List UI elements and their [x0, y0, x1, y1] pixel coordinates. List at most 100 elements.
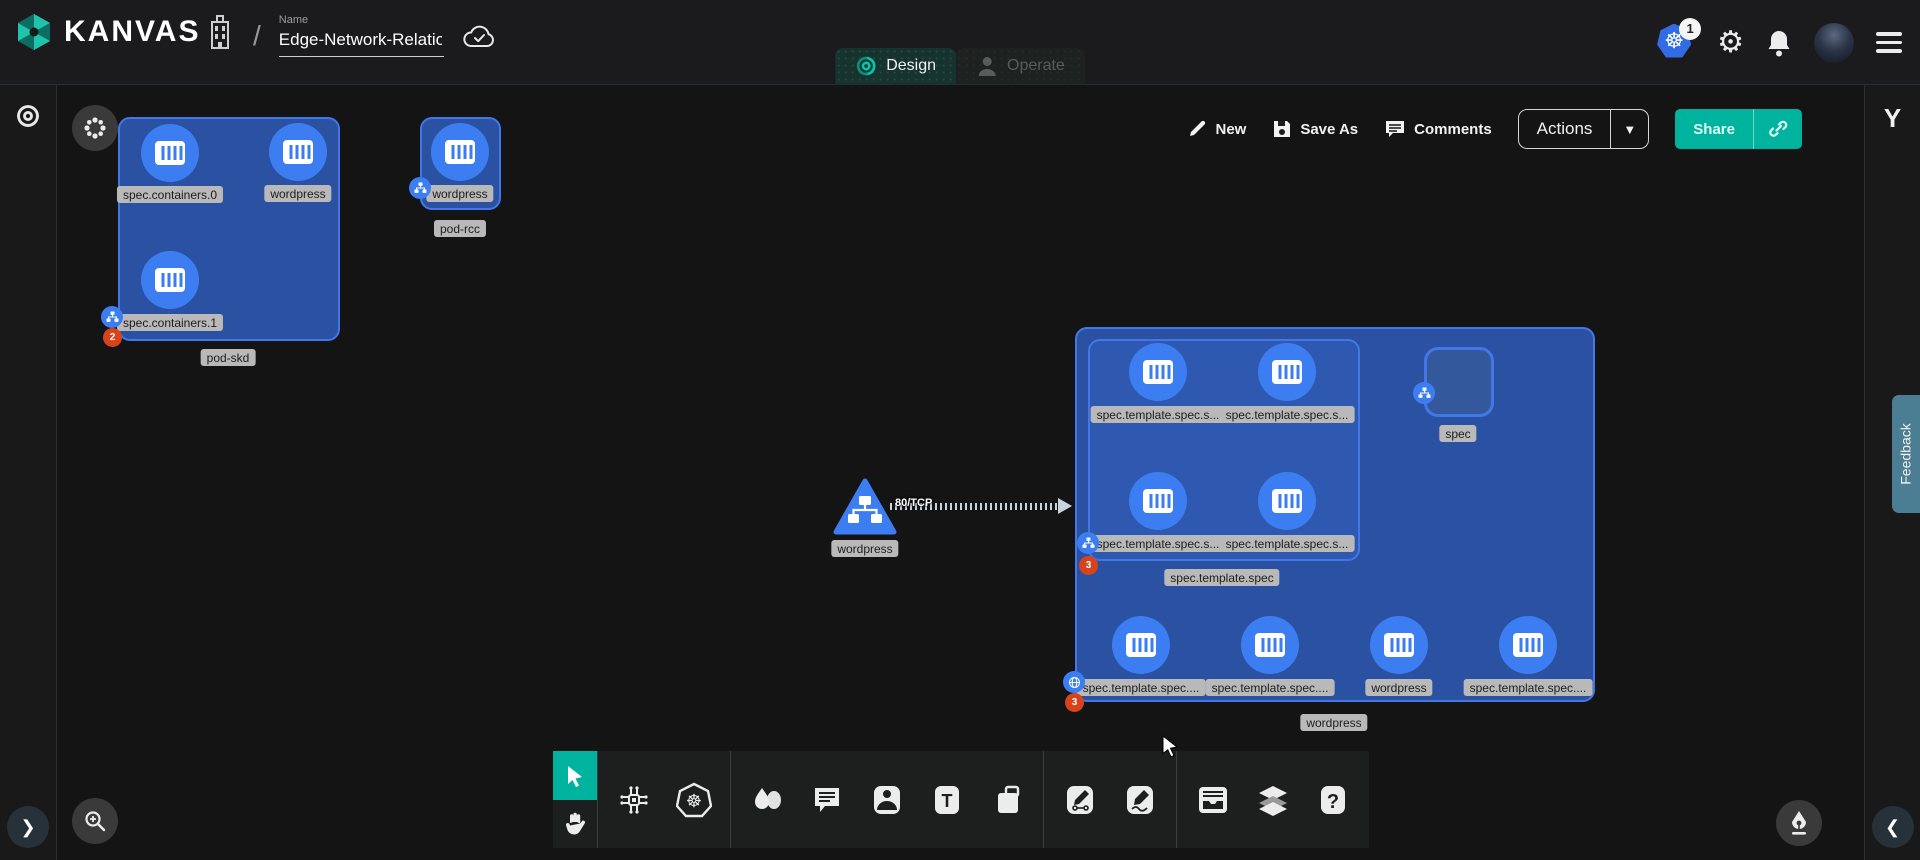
tool-help-icon[interactable]: ?: [1307, 770, 1359, 830]
expand-left-panel-button[interactable]: ❯: [7, 806, 49, 848]
feedback-label: Feedback: [1898, 423, 1914, 484]
node-label-chip: wordpress: [1365, 679, 1432, 696]
design-spiral-icon: [855, 55, 877, 77]
tab-design-label: Design: [886, 57, 936, 75]
kubernetes-context-switcher[interactable]: ☸ 1: [1657, 24, 1695, 62]
header-context: / Name: [205, 14, 496, 57]
spec-node[interactable]: [1424, 347, 1494, 417]
container-node[interactable]: [269, 123, 327, 181]
canvas-widgets-button[interactable]: [72, 105, 118, 151]
template-spec-label-chip: spec.template.spec: [1164, 569, 1279, 586]
node-label-chip: spec.containers.1: [117, 314, 223, 331]
node-label-chip: spec.template.spec....: [1077, 679, 1206, 696]
relationship-badge-icon[interactable]: [101, 306, 123, 328]
spec-label-chip: spec: [1439, 425, 1476, 442]
mode-tabs: Design Operate: [835, 48, 1085, 84]
design-action-bar: New Save As Comments: [1187, 109, 1802, 149]
node-label-chip: spec.template.spec....: [1464, 679, 1593, 696]
actions-caret-icon[interactable]: ▼: [1610, 110, 1648, 148]
container-node[interactable]: [141, 251, 199, 309]
tool-kubernetes-icon[interactable]: ☸: [668, 770, 720, 830]
node-label-chip: spec.template.spec....: [1206, 679, 1335, 696]
container-node[interactable]: [1241, 616, 1299, 674]
service-node[interactable]: [832, 478, 898, 541]
tool-layers-icon[interactable]: [1247, 770, 1299, 830]
container-node[interactable]: [141, 124, 199, 182]
save-floppy-icon: [1272, 119, 1292, 139]
service-label-chip: wordpress: [831, 540, 898, 557]
context-count-badge: 1: [1679, 18, 1701, 40]
container-node[interactable]: [1129, 343, 1187, 401]
comments-button[interactable]: Comments: [1384, 119, 1492, 139]
user-avatar[interactable]: [1814, 23, 1854, 63]
copy-link-icon[interactable]: [1753, 109, 1802, 149]
tab-operate[interactable]: Operate: [956, 48, 1085, 84]
node-label-chip: spec.template.spec.s...: [1091, 406, 1226, 423]
tool-note-icon[interactable]: [981, 770, 1033, 830]
kanvas-hexagon-icon: [14, 12, 54, 52]
organization-icon[interactable]: [205, 14, 235, 50]
zoom-search-button[interactable]: [72, 798, 118, 844]
tool-select-cursor[interactable]: [553, 751, 597, 800]
collapse-right-panel-button[interactable]: ❮: [1872, 806, 1914, 848]
container-node[interactable]: [1112, 616, 1170, 674]
tool-comment-icon[interactable]: [801, 770, 853, 830]
save-as-button-label: Save As: [1300, 121, 1358, 138]
node-label-chip: spec.containers.0: [117, 186, 223, 203]
tool-components-icon[interactable]: [608, 770, 660, 830]
tool-shapes-icon[interactable]: [741, 770, 793, 830]
error-count-badge[interactable]: 3: [1065, 693, 1084, 712]
node-label-chip: spec.template.spec.s...: [1220, 535, 1355, 552]
save-as-button[interactable]: Save As: [1272, 119, 1358, 139]
brand-name: KANVAS: [64, 15, 200, 49]
node-label-chip: wordpress: [426, 185, 493, 202]
name-field-label: Name: [279, 14, 444, 26]
breadcrumb-separator: /: [253, 20, 261, 52]
kanvas-logo[interactable]: KANVAS: [14, 12, 200, 52]
new-button-label: New: [1215, 121, 1246, 138]
container-node[interactable]: [1258, 472, 1316, 530]
share-button[interactable]: Share: [1675, 109, 1802, 149]
container-node[interactable]: [1499, 616, 1557, 674]
operate-person-icon: [976, 55, 998, 77]
deployment-label-chip: wordpress: [1300, 714, 1367, 731]
tool-text-icon[interactable]: T: [921, 770, 973, 830]
tool-pan-hand[interactable]: [553, 800, 597, 848]
notifications-bell-icon[interactable]: [1766, 29, 1792, 57]
new-button[interactable]: New: [1187, 119, 1246, 139]
feedback-tab[interactable]: Feedback: [1892, 395, 1920, 513]
kanvas-app: KANVAS / Name: [0, 0, 1920, 860]
pen-nib-button[interactable]: [1776, 800, 1822, 846]
error-count-badge[interactable]: 3: [1079, 556, 1098, 575]
tool-drawer-icon[interactable]: [1187, 770, 1239, 830]
design-name-field: Name: [279, 14, 444, 57]
y-panel-icon[interactable]: Y: [1884, 103, 1901, 134]
settings-gear-icon[interactable]: ⚙: [1717, 25, 1744, 60]
node-label-chip: wordpress: [264, 185, 331, 202]
actions-dropdown-button[interactable]: Actions ▼: [1518, 109, 1650, 149]
error-count-badge[interactable]: 2: [103, 328, 122, 347]
svg-text:T: T: [942, 791, 953, 811]
container-node[interactable]: [431, 123, 489, 181]
tool-media-icon[interactable]: [861, 770, 913, 830]
tab-design[interactable]: Design: [835, 48, 956, 84]
container-node[interactable]: [1370, 616, 1428, 674]
tool-pen-icon[interactable]: [1054, 770, 1106, 830]
relationship-badge-icon[interactable]: [409, 177, 431, 199]
container-node[interactable]: [1129, 472, 1187, 530]
relationship-badge-icon[interactable]: [1077, 532, 1099, 554]
menu-hamburger-icon[interactable]: [1876, 32, 1902, 53]
edge-arrowhead: [1058, 498, 1072, 514]
pod-skd-label-chip: pod-skd: [201, 349, 256, 366]
container-node[interactable]: [1258, 343, 1316, 401]
design-canvas[interactable]: New Save As Comments: [57, 85, 1864, 860]
design-name-input[interactable]: [279, 28, 444, 57]
relationship-badge-icon[interactable]: [1413, 382, 1435, 404]
sync-spiral-icon[interactable]: [15, 103, 41, 134]
saved-to-cloud-icon: [462, 24, 496, 55]
web-relationship-badge-icon[interactable]: [1063, 671, 1085, 693]
svg-text:?: ?: [1327, 791, 1339, 813]
header-bar: KANVAS / Name: [0, 0, 1920, 85]
tool-pencil-draw-icon[interactable]: [1114, 770, 1166, 830]
canvas-toolbar: ☸ T: [553, 751, 1369, 848]
